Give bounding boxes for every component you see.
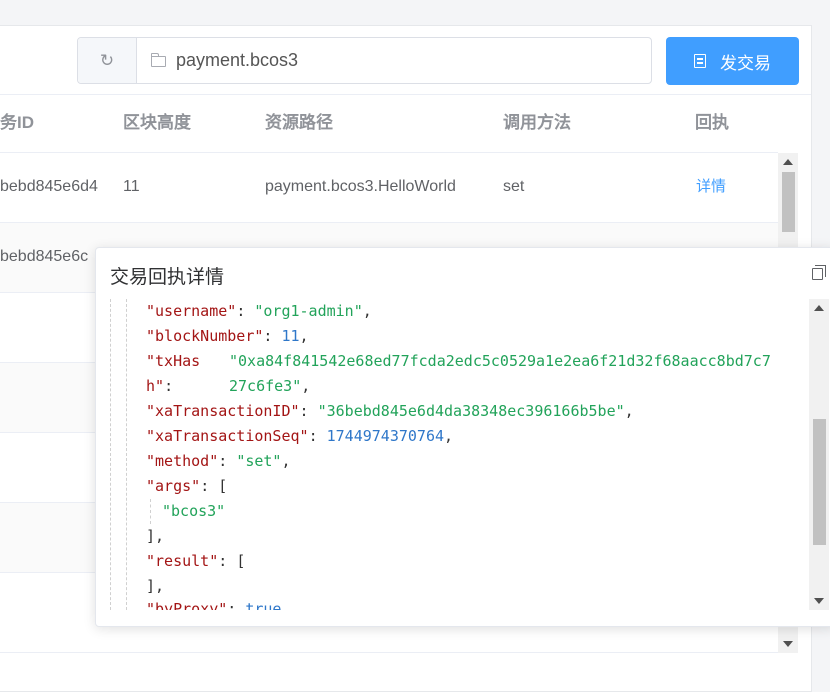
copy-icon[interactable] (812, 265, 826, 280)
receipt-detail-link[interactable]: 详情 (696, 153, 726, 223)
popover-title: 交易回执详情 (110, 267, 225, 288)
json-line: "xaTransactionSeq": 1744974370764, (146, 427, 454, 445)
json-value: ], (146, 527, 165, 545)
json-value: "0xa84f841542e68ed77fcda2edc5c0529a1e2ea… (229, 352, 771, 370)
json-line: "xaTransactionID": "36bebd845e6d4da38348… (146, 402, 634, 420)
json-line: "blockNumber": 11, (146, 327, 309, 345)
table-row: bebd845e6d4 11 payment.bcos3.HelloWorld … (0, 153, 778, 223)
json-line: "byProxy": true (146, 597, 281, 610)
json-line: "args": [ (146, 477, 228, 495)
json-value: [ (236, 552, 246, 570)
column-header-id[interactable]: 务ID (0, 102, 34, 154)
resource-path-group: ↻ payment.bcos3 (77, 37, 652, 84)
cell-height: 11 (123, 178, 140, 195)
send-transaction-button[interactable]: 发交易 (666, 37, 799, 85)
table-header: 务ID 区块高度 资源路径 调用方法 回执 (0, 102, 812, 154)
json-value: 1744974370764 (326, 427, 445, 445)
json-line: ], (146, 524, 164, 549)
json-line: "txHas (146, 349, 200, 374)
json-value: "org1-admin" (254, 302, 363, 320)
json-line: ], (146, 574, 164, 599)
json-value: "bcos3" (162, 502, 226, 520)
json-key: "byProxy" (146, 600, 228, 610)
scroll-up-arrow-icon[interactable] (814, 305, 824, 311)
json-line: "0xa84f841542e68ed77fcda2edc5c0529a1e2ea… (229, 349, 771, 374)
cell-id: bebd845e6c (0, 248, 89, 265)
folder-icon (150, 53, 166, 67)
json-key: "txHas (146, 352, 201, 370)
column-header-method[interactable]: 调用方法 (503, 102, 571, 154)
indent-guide (126, 299, 127, 610)
json-value: true (245, 600, 282, 610)
json-key: "args" (146, 477, 201, 495)
column-header-receipt[interactable]: 回执 (695, 102, 729, 154)
send-transaction-label: 发交易 (720, 53, 771, 73)
json-viewer: "username": "org1-admin", "blockNumber":… (110, 299, 808, 610)
indent-guide (110, 299, 111, 610)
json-key: "username" (146, 302, 237, 320)
json-value: "36bebd845e6d4da38348ec396166b5be" (317, 402, 625, 420)
cell-method: set (503, 178, 525, 195)
resource-path-text: payment.bcos3 (176, 50, 299, 70)
refresh-button[interactable]: ↻ (78, 38, 137, 83)
json-value: "set" (236, 452, 282, 470)
json-line: "username": "org1-admin", (146, 302, 372, 320)
json-key: "method" (146, 452, 219, 470)
column-header-block-height[interactable]: 区块高度 (123, 102, 191, 154)
json-key: h" (146, 377, 165, 395)
json-key: "result" (146, 552, 219, 570)
popover-scrollbar-thumb[interactable] (813, 419, 826, 545)
json-value: ], (146, 577, 165, 595)
resource-path-input[interactable]: payment.bcos3 (137, 38, 651, 83)
json-line: "method": "set", (146, 452, 291, 470)
json-value: [ (218, 477, 228, 495)
table-scrollbar-thumb[interactable] (782, 172, 795, 232)
json-value: 27c6fe3" (229, 377, 302, 395)
document-icon (694, 54, 706, 68)
indent-guide (150, 499, 151, 524)
json-line: 27c6fe3", (229, 377, 311, 395)
cell-id: bebd845e6d4 (0, 178, 98, 195)
json-key: "xaTransactionSeq" (146, 427, 309, 445)
json-line: "result": [ (146, 552, 246, 570)
toolbar-divider (0, 94, 811, 95)
json-key: "blockNumber" (146, 327, 264, 345)
scroll-down-arrow-icon[interactable] (783, 641, 793, 647)
receipt-detail-popover: 交易回执详情 "username": "org1-admin", "blockN… (95, 247, 830, 627)
scroll-up-arrow-icon[interactable] (783, 159, 793, 165)
cell-path: payment.bcos3.HelloWorld (265, 178, 456, 195)
refresh-icon: ↻ (99, 50, 115, 70)
column-header-resource-path[interactable]: 资源路径 (265, 102, 333, 154)
scroll-down-arrow-icon[interactable] (814, 598, 824, 604)
json-value: 11 (281, 327, 300, 345)
popover-scrollbar[interactable] (809, 299, 829, 610)
json-key: "xaTransactionID" (146, 402, 300, 420)
json-line: "bcos3" (162, 499, 225, 524)
json-line: h": (146, 377, 174, 395)
